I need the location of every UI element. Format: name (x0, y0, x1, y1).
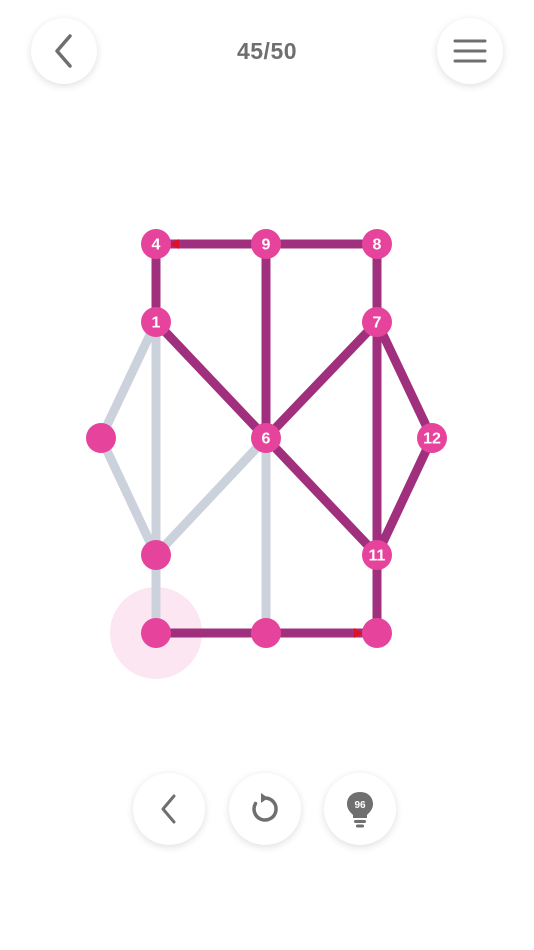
drawn-edge[interactable] (151, 317, 271, 443)
node-label: 7 (373, 315, 382, 332)
drawn-edge[interactable] (261, 317, 382, 443)
drawn-edge[interactable] (261, 433, 382, 560)
drawn-edge[interactable] (372, 317, 437, 443)
undrawn-edge[interactable] (96, 433, 161, 560)
graph-node[interactable] (141, 618, 171, 648)
restart-icon (252, 793, 278, 822)
hint-button[interactable]: 96 (324, 773, 396, 845)
graph-node[interactable] (251, 618, 281, 648)
restart-button[interactable] (229, 773, 301, 845)
node-label: 8 (373, 237, 382, 254)
undo-button[interactable] (133, 773, 205, 845)
node-label: 6 (262, 431, 271, 448)
chevron-left-icon (161, 794, 176, 824)
lightbulb-icon: 96 (347, 792, 373, 828)
node-label: 9 (262, 237, 271, 254)
puzzle-board[interactable]: 4 9 8 1 7 6 12 11 (0, 0, 534, 760)
node-label: 4 (152, 237, 161, 254)
node-label: 12 (423, 431, 441, 448)
graph-node[interactable] (362, 618, 392, 648)
node-label: 11 (369, 548, 386, 565)
hint-count: 96 (354, 800, 366, 811)
drawn-edge[interactable] (372, 433, 437, 560)
graph-node[interactable] (141, 540, 171, 570)
undrawn-edge[interactable] (151, 433, 271, 560)
graph-node[interactable] (86, 423, 116, 453)
node-label: 1 (152, 315, 161, 332)
undrawn-edge[interactable] (96, 317, 161, 443)
